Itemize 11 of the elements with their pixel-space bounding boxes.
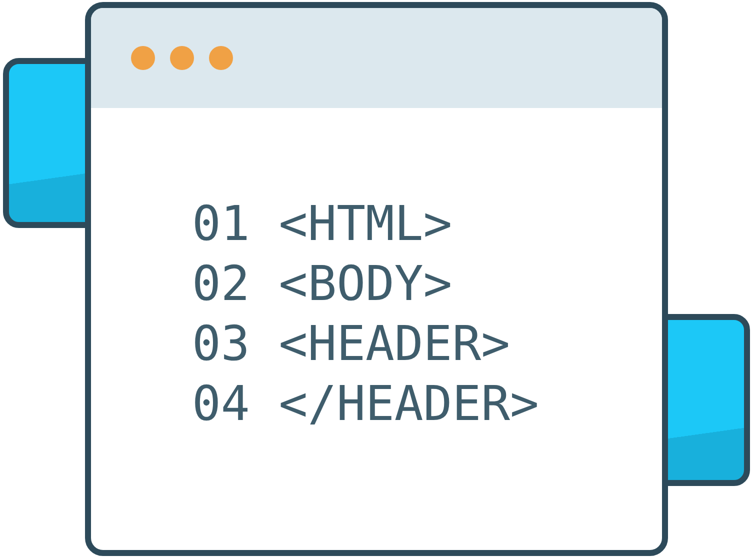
window-dot-icon — [209, 46, 233, 70]
window-dot-icon — [170, 46, 194, 70]
code-text: <BODY> — [278, 260, 452, 308]
code-text: <HEADER> — [278, 320, 510, 368]
line-number: 03 — [192, 320, 250, 368]
code-text: </HEADER> — [278, 380, 539, 428]
line-number: 04 — [192, 380, 250, 428]
line-number: 01 — [192, 200, 250, 248]
window-dot-icon — [131, 46, 155, 70]
code-text: <HTML> — [278, 200, 452, 248]
line-number: 02 — [192, 260, 250, 308]
